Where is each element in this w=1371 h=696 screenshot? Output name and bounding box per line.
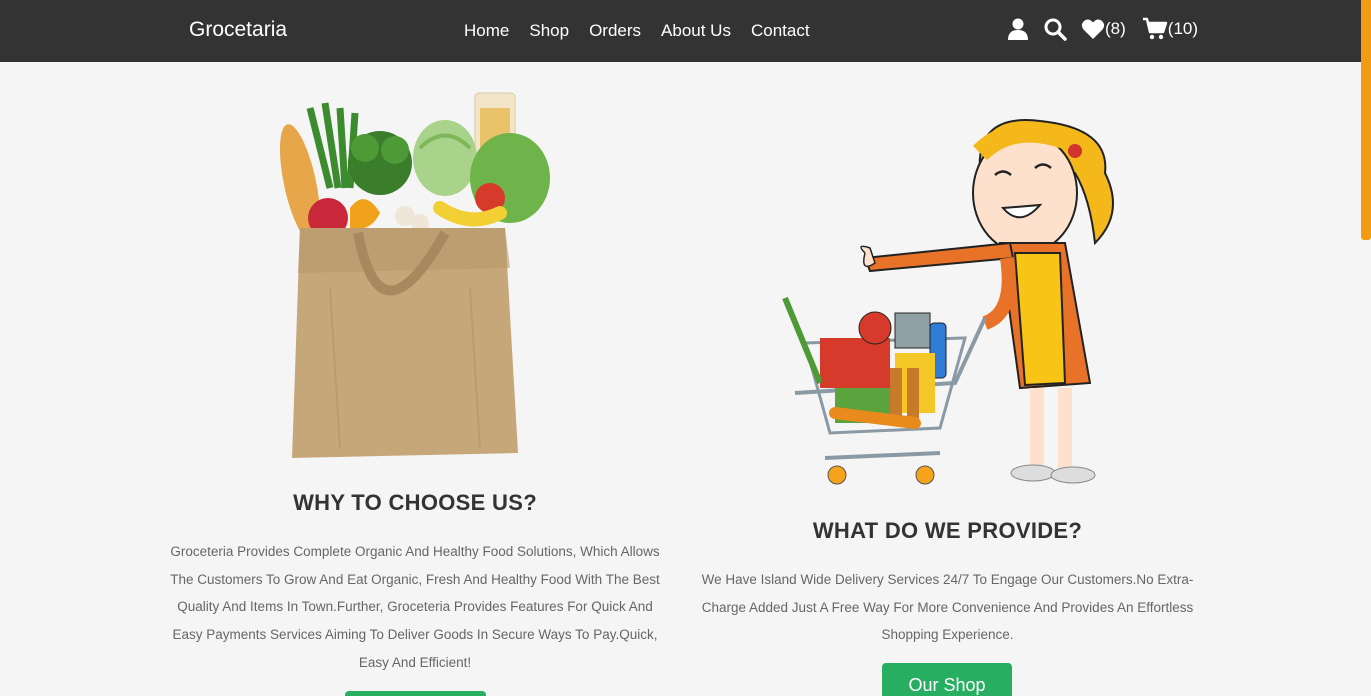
wishlist-link[interactable]: (8)	[1081, 18, 1126, 40]
cart-count: (10)	[1167, 19, 1199, 38]
scrollbar[interactable]	[1361, 0, 1371, 696]
shopper-cartoon-image	[782, 119, 1114, 485]
why-choose-us-heading: WHY TO CHOOSE US?	[293, 490, 537, 515]
nav-orders[interactable]: Orders	[589, 21, 641, 41]
user-icon[interactable]	[1007, 17, 1029, 41]
cart-icon	[1142, 17, 1168, 40]
heart-icon	[1081, 19, 1105, 39]
nav-about-us[interactable]: About Us	[661, 21, 731, 41]
our-shop-button[interactable]: Our Shop	[882, 663, 1012, 696]
cart-link[interactable]: (10)	[1142, 17, 1198, 41]
nav-home[interactable]: Home	[464, 21, 509, 41]
left-section-button[interactable]	[345, 691, 486, 696]
nav-icons: (8) (10)	[1007, 17, 1198, 41]
nav-shop[interactable]: Shop	[529, 21, 569, 41]
why-choose-us-text: Groceteria Provides Complete Organic And…	[170, 544, 660, 670]
grocery-bag-image	[279, 92, 550, 458]
what-we-provide-heading: WHAT DO WE PROVIDE?	[812, 518, 1083, 543]
scroll-thumb[interactable]	[1361, 0, 1371, 240]
nav-contact[interactable]: Contact	[751, 21, 810, 41]
navbar: Grocetaria Home Shop Orders About Us Con…	[0, 0, 1361, 62]
site-logo[interactable]: Grocetaria	[189, 18, 287, 42]
search-icon[interactable]	[1043, 17, 1067, 41]
what-we-provide-text: We Have Island Wide Delivery Services 24…	[701, 572, 1194, 643]
main-nav: Home Shop Orders About Us Contact	[464, 21, 810, 41]
wishlist-count: (8)	[1105, 19, 1126, 38]
